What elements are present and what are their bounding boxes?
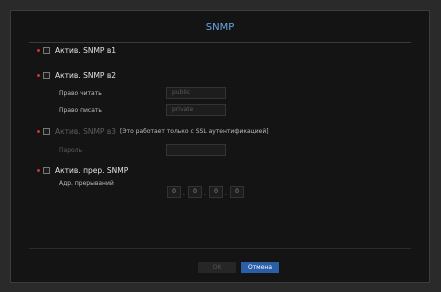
snmp-v2-label: Актив. SNMP в2 bbox=[55, 71, 117, 80]
ip-separator: . bbox=[204, 190, 206, 197]
snmp-dialog: SNMP Актив. SNMP в1 Актив. SNMP в2 Право… bbox=[10, 10, 430, 283]
trap-ip-octet-4[interactable]: 0 bbox=[230, 186, 244, 198]
snmp-v3-ssl-note: [Это работает только с SSL аутентификаци… bbox=[120, 128, 269, 135]
snmp-trap-checkbox[interactable] bbox=[43, 167, 50, 174]
snmp-v3-label: Актив. SNMP в3 bbox=[55, 127, 117, 136]
required-dot-icon bbox=[37, 169, 40, 172]
write-community-field[interactable]: private bbox=[166, 104, 226, 116]
password-label: Пароль bbox=[59, 147, 83, 154]
footer-divider bbox=[29, 248, 411, 249]
title-divider bbox=[29, 42, 411, 43]
required-dot-icon bbox=[37, 74, 40, 77]
snmp-trap-row: Актив. прер. SNMP bbox=[37, 166, 128, 175]
trap-ip-octet-2[interactable]: 0 bbox=[188, 186, 202, 198]
trap-ip-octet-1[interactable]: 0 bbox=[167, 186, 181, 198]
dialog-title: SNMP bbox=[205, 22, 235, 33]
ip-separator: . bbox=[225, 190, 227, 197]
ip-separator: . bbox=[183, 190, 185, 197]
read-community-field[interactable]: public bbox=[166, 87, 226, 99]
snmp-v1-label: Актив. SNMP в1 bbox=[55, 46, 117, 55]
snmp-trap-label: Актив. прер. SNMP bbox=[55, 166, 129, 175]
password-field[interactable] bbox=[166, 144, 226, 156]
read-community-label: Право читать bbox=[59, 90, 102, 97]
write-community-label: Право писать bbox=[59, 107, 102, 114]
required-dot-icon bbox=[37, 49, 40, 52]
ok-button[interactable]: OK bbox=[198, 262, 236, 273]
snmp-v2-checkbox[interactable] bbox=[43, 72, 50, 79]
snmp-v3-row: Актив. SNMP в3 [Это работает только с SS… bbox=[37, 127, 269, 136]
trap-address-label: Адр. прерываний bbox=[59, 180, 114, 187]
snmp-v1-checkbox[interactable] bbox=[43, 47, 50, 54]
trap-ip-octet-3[interactable]: 0 bbox=[209, 186, 223, 198]
snmp-v3-checkbox[interactable] bbox=[43, 128, 50, 135]
required-dot-icon bbox=[37, 130, 40, 133]
snmp-v1-row: Актив. SNMP в1 bbox=[37, 46, 116, 55]
snmp-v2-row: Актив. SNMP в2 bbox=[37, 71, 116, 80]
cancel-button[interactable]: Отмена bbox=[241, 262, 279, 273]
